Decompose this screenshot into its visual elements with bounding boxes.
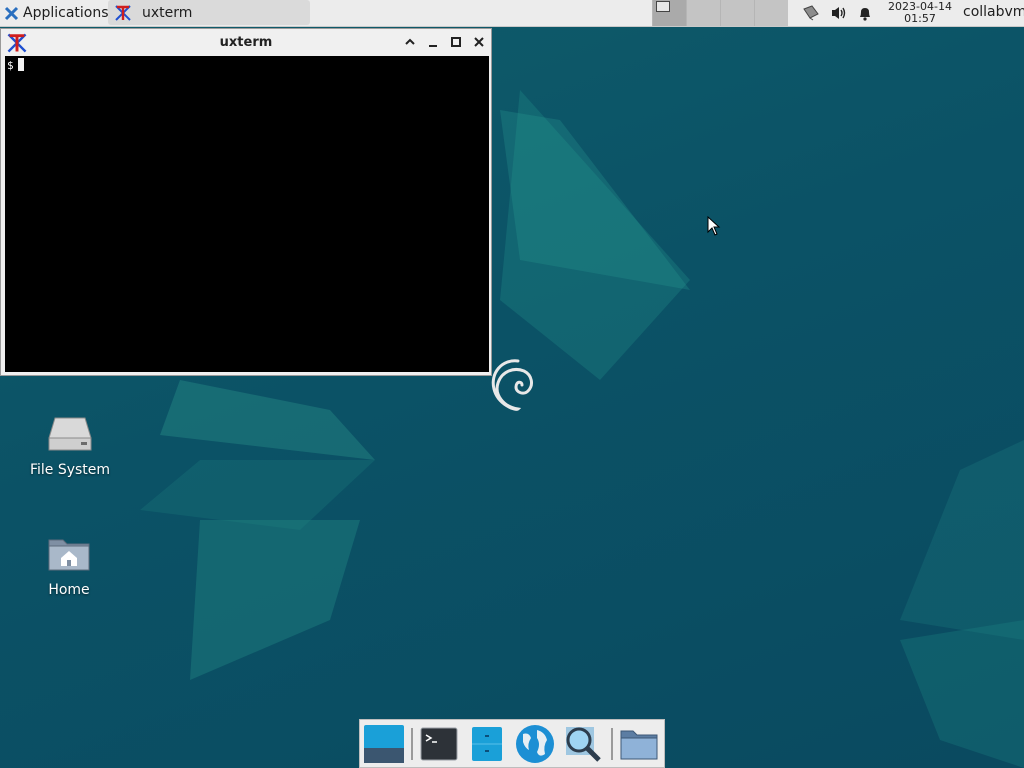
workspace-4[interactable] bbox=[754, 0, 788, 26]
desktop-icon-file-system[interactable]: File System bbox=[15, 414, 125, 478]
workspace-2[interactable] bbox=[686, 0, 720, 26]
taskbar-item-uxterm[interactable]: uxterm bbox=[108, 0, 310, 25]
terminal-icon bbox=[420, 727, 458, 761]
dock-app-finder[interactable] bbox=[561, 723, 605, 765]
dock-separator bbox=[611, 728, 613, 760]
text-cursor bbox=[17, 58, 24, 71]
minimize-icon bbox=[429, 45, 437, 47]
taskbar-item-label: uxterm bbox=[142, 4, 193, 21]
terminal-prompt: $ bbox=[7, 58, 24, 72]
window-titlebar[interactable]: uxterm bbox=[1, 29, 491, 56]
xfce-logo-icon bbox=[4, 6, 19, 20]
desktop-icon-home[interactable]: Home bbox=[14, 534, 124, 598]
desktop-icon bbox=[364, 725, 404, 763]
uxterm-window[interactable]: uxterm $ bbox=[0, 28, 492, 376]
maximize-button[interactable] bbox=[448, 34, 464, 50]
workspace-window-preview bbox=[656, 1, 670, 12]
panel-clock[interactable]: 2023-04-14 01:57 bbox=[884, 1, 956, 25]
network-icon[interactable] bbox=[802, 4, 820, 22]
dock-show-desktop[interactable] bbox=[362, 723, 406, 765]
volume-icon[interactable] bbox=[830, 4, 848, 22]
dock-file-manager[interactable] bbox=[465, 723, 509, 765]
minimize-button[interactable] bbox=[425, 34, 441, 50]
close-button[interactable] bbox=[471, 34, 487, 50]
desktop-icon-label: File System bbox=[29, 462, 111, 478]
drive-icon bbox=[48, 417, 92, 451]
chevron-up-icon bbox=[405, 38, 415, 45]
workspace-1[interactable] bbox=[652, 0, 686, 26]
xterm-icon bbox=[115, 4, 131, 21]
desktop-icon-label: Home bbox=[48, 582, 90, 598]
top-panel: Applications ⋮ uxterm 2023-04-14 01:57 c… bbox=[0, 0, 1024, 27]
terminal-area[interactable]: $ bbox=[5, 56, 489, 372]
notifications-bell-icon[interactable] bbox=[856, 4, 874, 22]
dock bbox=[359, 719, 665, 768]
user-menu[interactable]: collabvm bbox=[963, 4, 1024, 20]
clock-time: 01:57 bbox=[904, 12, 936, 25]
mouse-pointer-icon bbox=[707, 216, 721, 236]
dock-terminal[interactable] bbox=[417, 723, 461, 765]
home-folder-icon bbox=[48, 539, 90, 571]
dock-separator bbox=[411, 728, 413, 760]
globe-icon bbox=[516, 725, 554, 763]
close-icon bbox=[474, 37, 484, 47]
prompt-symbol: $ bbox=[7, 59, 14, 72]
dock-web-browser[interactable] bbox=[513, 723, 557, 765]
file-cabinet-icon bbox=[472, 727, 502, 761]
magnifier-icon bbox=[566, 727, 601, 762]
maximize-icon bbox=[451, 37, 461, 47]
workspace-3[interactable] bbox=[720, 0, 754, 26]
shade-button[interactable] bbox=[402, 34, 418, 50]
debian-logo bbox=[491, 359, 533, 411]
folder-icon bbox=[620, 730, 658, 760]
dock-folder[interactable] bbox=[617, 723, 661, 765]
applications-label: Applications bbox=[23, 5, 109, 21]
